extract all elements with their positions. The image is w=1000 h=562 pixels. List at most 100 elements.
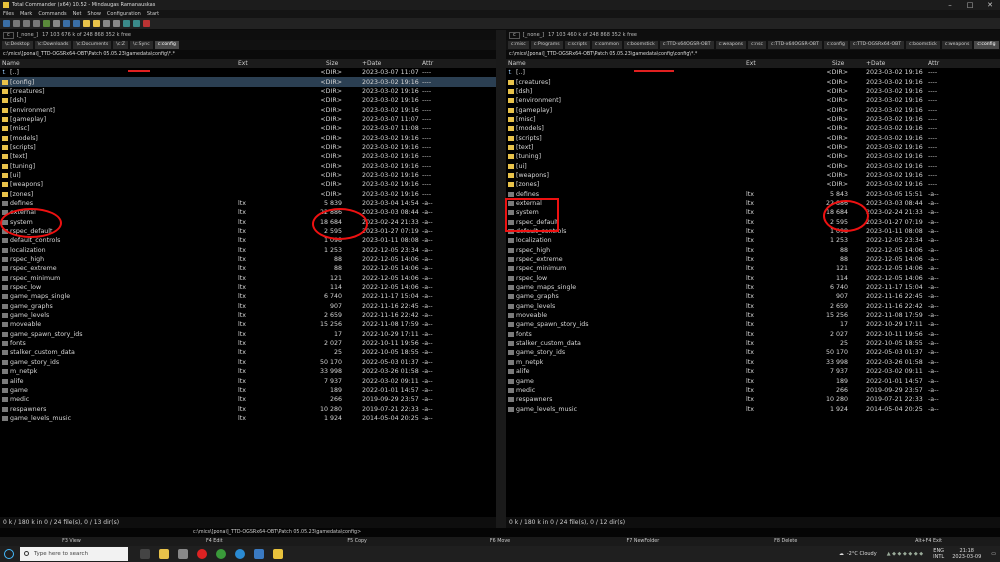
forward-icon[interactable] — [73, 20, 80, 27]
folder-row[interactable]: [dsh] <DIR> 2023-03-02 19:16 ---- — [506, 87, 1000, 96]
store-icon[interactable] — [254, 549, 264, 559]
folder-row[interactable]: [zones] <DIR> 2023-03-02 19:16 ---- — [506, 180, 1000, 189]
menu-configuration[interactable]: Configuration — [107, 11, 141, 17]
right-tab[interactable]: c:config — [823, 41, 848, 49]
right-drive-select[interactable]: c — [509, 31, 520, 39]
folder-row[interactable]: [text] <DIR> 2023-03-02 19:16 ---- — [506, 143, 1000, 152]
file-row[interactable]: default_controls ltx 1 098 2023-01-11 08:08… — [0, 236, 496, 245]
file-row[interactable]: rspec_extreme ltx 88 2022-12-05 14:06 -a-- — [506, 255, 1000, 264]
file-row[interactable]: rspec_minimum ltx 121 2022-12-05 14:06 -a-- — [506, 264, 1000, 273]
left-col-size[interactable]: Size — [326, 60, 338, 67]
right-tab[interactable]: c:nsc — [748, 41, 766, 49]
multi-rename-icon[interactable] — [113, 20, 120, 27]
folder-row[interactable]: [misc] <DIR> 2023-03-07 11:08 ---- — [0, 124, 496, 133]
f8-delete-button[interactable]: F8 Delete — [714, 537, 857, 546]
edge-icon[interactable] — [235, 549, 245, 559]
notepad-icon[interactable] — [143, 20, 150, 27]
command-line[interactable]: c:\mics\[ponai]_TTD-OGSRx64-OBT\Patch 05… — [0, 528, 1000, 537]
menu-net[interactable]: Net — [73, 11, 82, 17]
folder-row[interactable]: [tuning] <DIR> 2023-03-02 19:16 ---- — [506, 152, 1000, 161]
file-row[interactable]: game_levels ltx 2 659 2022-11-16 22:42 -a-- — [0, 311, 496, 320]
file-row[interactable]: defines ltx 5 839 2023-03-04 14:54 -a-- — [0, 199, 496, 208]
right-col-ext[interactable]: Ext — [746, 60, 756, 67]
file-row[interactable]: game_levels_music ltx 1 924 2014-05-04 20:2… — [506, 404, 1000, 413]
notification-icon[interactable]: ▭ — [991, 551, 996, 557]
menu-commands[interactable]: Commands — [38, 11, 66, 17]
menu-show[interactable]: Show — [87, 11, 101, 17]
f6-move-button[interactable]: F6 Move — [429, 537, 572, 546]
tray-icons[interactable]: ▲ ◆ ◆ ◆ ◆ ◆ ◆ — [887, 551, 923, 557]
right-tab[interactable]: c:boomstick — [906, 41, 940, 49]
folder-row[interactable]: [zones] <DIR> 2023-03-02 19:16 ---- — [0, 189, 496, 198]
folder-row[interactable]: [scripts] <DIR> 2023-03-02 19:16 ---- — [0, 143, 496, 152]
weather-text[interactable]: -2°C Cloudy — [847, 551, 877, 557]
right-tab[interactable]: c:config — [974, 41, 999, 49]
right-tab[interactable]: c:misc — [508, 41, 529, 49]
menu-mark[interactable]: Mark — [20, 11, 32, 17]
file-row[interactable]: game_levels_music ltx 1 924 2014-05-04 20:2… — [0, 414, 496, 423]
folder-row[interactable]: [misc] <DIR> 2023-03-02 19:16 ---- — [506, 115, 1000, 124]
folder-row[interactable]: ⮤ [..] <DIR> 2023-03-02 19:16 ---- — [506, 68, 1000, 77]
folder-row[interactable]: [environment] <DIR> 2023-03-02 19:16 ---- — [0, 105, 496, 114]
file-row[interactable]: game_story_ids ltx 50 170 2022-05-03 01:37-… — [506, 348, 1000, 357]
right-path[interactable]: c:\mics\[ponai]_TTD-OGSRx64-OBT\Patch 05… — [506, 50, 1000, 59]
folder-row[interactable]: ⮤ [..] <DIR> 2023-03-07 11:07 ---- — [0, 68, 496, 77]
menu-files[interactable]: Files — [3, 11, 14, 17]
file-row[interactable]: rspec_extreme ltx 88 2022-12-05 14:06 -a-- — [0, 264, 496, 273]
right-col-name[interactable]: Name — [508, 60, 526, 67]
left-drive-select[interactable]: c — [3, 31, 14, 39]
file-row[interactable]: game ltx 189 2022-01-01 14:57 -a-- — [0, 386, 496, 395]
right-tab[interactable]: c:weapons — [941, 41, 973, 49]
left-tab[interactable]: \c:Z — [113, 41, 129, 49]
maximize-button[interactable]: □ — [960, 0, 980, 10]
right-tab[interactable]: c:TTD-x64OGSR-OBT — [767, 41, 822, 49]
right-tab[interactable]: c:boomstick — [623, 41, 658, 49]
close-button[interactable]: ✕ — [980, 0, 1000, 10]
file-row[interactable]: stalker_custom_data ltx 25 2022-10-05 18:55… — [506, 339, 1000, 348]
opera-icon[interactable] — [197, 549, 207, 559]
list-view-icon[interactable] — [23, 20, 30, 27]
right-col-date[interactable]: +Date — [866, 60, 885, 67]
f4-edit-button[interactable]: F4 Edit — [143, 537, 286, 546]
file-row[interactable]: default_controls ltx 1 098 2023-01-11 08:08… — [506, 227, 1000, 236]
file-row[interactable]: rspec_high ltx 88 2022-12-05 14:06 -a-- — [506, 246, 1000, 255]
refresh-icon[interactable] — [3, 20, 10, 27]
file-row[interactable]: m_netpk ltx 33 998 2022-03-26 01:58 -a-- — [0, 367, 496, 376]
ftp-icon[interactable] — [123, 20, 130, 27]
file-row[interactable]: respawners ltx 10 280 2019-07-21 22:33 -a-- — [0, 404, 496, 413]
task-view-icon[interactable] — [140, 549, 150, 559]
right-tab[interactable]: c:TTD-OGSRx64-OBT — [849, 41, 905, 49]
total-commander-icon[interactable] — [273, 549, 283, 559]
folder-row[interactable]: [text] <DIR> 2023-03-02 19:16 ---- — [0, 152, 496, 161]
right-col-attr[interactable]: Attr — [928, 60, 939, 67]
file-row[interactable]: external ltx 22 886 2023-03-03 08:44 -a-- — [0, 208, 496, 217]
file-row[interactable]: localization ltx 1 253 2022-12-05 23:34 -a-- — [0, 246, 496, 255]
file-row[interactable]: moveable ltx 15 256 2022-11-08 17:59 -a-- — [506, 311, 1000, 320]
tree-icon[interactable] — [43, 20, 50, 27]
file-row[interactable]: game_graphs ltx 907 2022-11-16 22:45 -a-- — [0, 302, 496, 311]
file-row[interactable]: localization ltx 1 253 2022-12-05 23:34 -a-- — [506, 236, 1000, 245]
file-row[interactable]: alife ltx 7 937 2022-03-02 09:11 -a-- — [0, 376, 496, 385]
left-col-ext[interactable]: Ext — [238, 60, 248, 67]
file-row[interactable]: rspec_minimum ltx 121 2022-12-05 14:06 -a-- — [0, 274, 496, 283]
file-row[interactable]: medic ltx 266 2019-09-29 23:57 -a-- — [0, 395, 496, 404]
file-row[interactable]: game_graphs ltx 907 2022-11-16 22:45 -a-- — [506, 292, 1000, 301]
left-tab[interactable]: c:config — [154, 41, 179, 49]
clock[interactable]: 21:18 2023-03-09 — [952, 548, 981, 560]
file-row[interactable]: game_levels ltx 2 659 2022-11-16 22:42 -a-- — [506, 302, 1000, 311]
file-row[interactable]: game ltx 189 2022-01-01 14:57 -a-- — [506, 376, 1000, 385]
file-row[interactable]: moveable ltx 15 256 2022-11-08 17:59 -a-- — [0, 320, 496, 329]
right-tab[interactable]: c:common — [591, 41, 622, 49]
folder-row[interactable]: [dsh] <DIR> 2023-03-02 19:16 ---- — [0, 96, 496, 105]
file-row[interactable]: rspec_high ltx 88 2022-12-05 14:06 -a-- — [0, 255, 496, 264]
file-row[interactable]: alife ltx 7 937 2022-03-02 09:11 -a-- — [506, 367, 1000, 376]
left-col-name[interactable]: Name — [2, 60, 20, 67]
taskbar-search[interactable]: Type here to search — [20, 547, 128, 561]
file-row[interactable]: game_story_ids ltx 50 170 2022-05-03 01:37-… — [0, 358, 496, 367]
minimize-button[interactable]: – — [940, 0, 960, 10]
right-tab[interactable]: c:scripts — [564, 41, 590, 49]
folder-row[interactable]: [tuning] <DIR> 2023-03-02 19:16 ---- — [0, 161, 496, 170]
f7-newfolder-button[interactable]: F7 NewFolder — [571, 537, 714, 546]
left-col-date[interactable]: +Date — [362, 60, 381, 67]
start-icon[interactable] — [4, 549, 14, 559]
